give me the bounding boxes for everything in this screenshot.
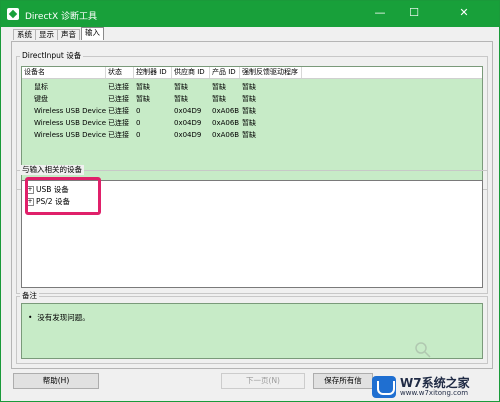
table-row[interactable]: Wireless USB Device 已连接 0 0x04D9 0xA06B … xyxy=(22,129,482,141)
device-name-cell: Wireless USB Device xyxy=(34,131,107,139)
maximize-button[interactable]: ☐ xyxy=(397,1,431,27)
title-bar[interactable]: DirectX 诊断工具 — ☐ ✕ xyxy=(1,1,499,27)
vendor-id-cell: 0x04D9 xyxy=(174,131,202,139)
controller-id-cell: 0 xyxy=(136,119,141,127)
directinput-group-label: DirectInput 设备 xyxy=(20,51,84,61)
next-page-button[interactable]: 下一页(N) xyxy=(221,373,305,389)
controller-id-cell: 0 xyxy=(136,107,141,115)
product-id-cell: 0xA06B xyxy=(212,107,240,115)
product-id-cell: 0xA06B xyxy=(212,131,240,139)
device-name-cell: 键盘 xyxy=(34,95,48,103)
product-id-cell: 暂缺 xyxy=(212,83,226,91)
product-id-cell: 0xA06B xyxy=(212,119,240,127)
note-text: 没有发现问题。 xyxy=(37,313,90,322)
column-vendor-id[interactable]: 供应商 ID xyxy=(172,67,210,78)
column-ff-driver[interactable]: 强制反馈驱动程序 xyxy=(240,67,302,78)
controller-id-cell: 暂缺 xyxy=(136,95,150,103)
note-item: • 没有发现问题。 xyxy=(28,312,90,323)
magnifier-icon xyxy=(415,342,431,358)
product-id-cell: 暂缺 xyxy=(212,95,226,103)
w7-logo-icon xyxy=(372,376,396,398)
device-name-cell: Wireless USB Device xyxy=(34,119,107,127)
device-name-cell: 鼠标 xyxy=(34,83,48,91)
directx-diagnostic-window: DirectX 诊断工具 — ☐ ✕ 系统 显示 声音 输入 DirectInp… xyxy=(0,0,500,402)
save-all-info-button[interactable]: 保存所有信 xyxy=(313,373,373,389)
notes-group-label: 备注 xyxy=(20,291,39,301)
vendor-id-cell: 暂缺 xyxy=(174,95,188,103)
table-row[interactable]: Wireless USB Device 已连接 0 0x04D9 0xA06B … xyxy=(22,117,482,129)
bullet-icon: • xyxy=(28,313,33,322)
status-cell: 已连接 xyxy=(108,83,129,91)
tab-sound[interactable]: 声音 xyxy=(57,29,80,40)
watermark-url: www.w7xitong.com xyxy=(400,389,469,397)
status-cell: 已连接 xyxy=(108,131,129,139)
device-name-cell: Wireless USB Device xyxy=(34,107,107,115)
tab-display[interactable]: 显示 xyxy=(35,29,58,40)
ff-driver-cell: 暂缺 xyxy=(242,119,256,127)
watermark: W7系统之家 www.w7xitong.com xyxy=(372,374,490,400)
vendor-id-cell: 0x04D9 xyxy=(174,119,202,127)
ff-driver-cell: 暂缺 xyxy=(242,107,256,115)
tab-input[interactable]: 输入 xyxy=(81,27,104,40)
controller-id-cell: 暂缺 xyxy=(136,83,150,91)
vendor-id-cell: 暂缺 xyxy=(174,83,188,91)
window-title: DirectX 诊断工具 xyxy=(25,12,97,22)
annotation-highlight-box xyxy=(25,177,101,215)
related-group-label: 与输入相关的设备 xyxy=(20,165,84,175)
ff-driver-cell: 暂缺 xyxy=(242,95,256,103)
controller-id-cell: 0 xyxy=(136,131,141,139)
vendor-id-cell: 0x04D9 xyxy=(174,107,202,115)
device-list-header: 设备名 状态 控制器 ID 供应商 ID 产品 ID 强制反馈驱动程序 xyxy=(22,67,482,79)
status-cell: 已连接 xyxy=(108,95,129,103)
directx-app-icon xyxy=(7,8,19,20)
status-cell: 已连接 xyxy=(108,107,129,115)
ff-driver-cell: 暂缺 xyxy=(242,131,256,139)
minimize-button[interactable]: — xyxy=(363,1,397,27)
close-button[interactable]: ✕ xyxy=(431,1,497,27)
table-row[interactable]: 键盘 已连接 暂缺 暂缺 暂缺 暂缺 xyxy=(22,93,482,105)
status-cell: 已连接 xyxy=(108,119,129,127)
help-button[interactable]: 帮助(H) xyxy=(13,373,99,389)
column-controller-id[interactable]: 控制器 ID xyxy=(134,67,172,78)
column-product-id[interactable]: 产品 ID xyxy=(210,67,240,78)
ff-driver-cell: 暂缺 xyxy=(242,83,256,91)
tab-system[interactable]: 系统 xyxy=(13,29,36,40)
table-row[interactable]: 鼠标 已连接 暂缺 暂缺 暂缺 暂缺 xyxy=(22,81,482,93)
table-row[interactable]: Wireless USB Device 已连接 0 0x04D9 0xA06B … xyxy=(22,105,482,117)
column-status[interactable]: 状态 xyxy=(106,67,134,78)
directinput-device-list[interactable]: 设备名 状态 控制器 ID 供应商 ID 产品 ID 强制反馈驱动程序 鼠标 已… xyxy=(21,66,483,182)
column-device-name[interactable]: 设备名 xyxy=(22,67,106,78)
